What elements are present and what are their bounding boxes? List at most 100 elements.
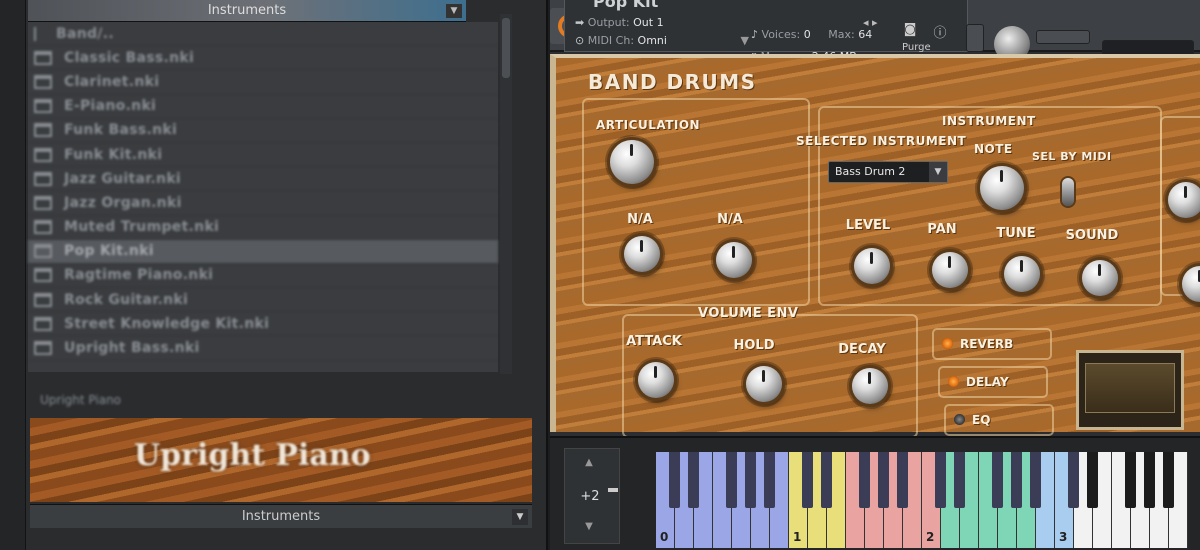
black-key[interactable] xyxy=(745,452,756,508)
na-knob-2[interactable] xyxy=(716,242,752,278)
voices-arrows[interactable]: ◂ ▸ xyxy=(863,16,878,29)
list-item[interactable]: Rock Guitar.nki xyxy=(28,288,498,313)
black-key[interactable] xyxy=(859,452,870,508)
chevron-down-icon[interactable]: ▼ xyxy=(512,509,528,525)
reverb-led xyxy=(942,338,953,349)
solo-button[interactable] xyxy=(966,24,984,52)
chevron-down-icon[interactable]: ▼ xyxy=(740,34,748,47)
volume-env-title: VOLUME ENV xyxy=(698,306,799,321)
instrument-rack: Pop Kit ➡ Output: Out 1 ⊙ MIDI Ch: Omni … xyxy=(550,0,1200,550)
browser-footer-selector[interactable]: Instruments ▼ xyxy=(30,504,532,528)
chevron-down-icon: ▼ xyxy=(929,162,947,182)
keyboard-area: ▲ +2 ▼ 0 1 2 3 xyxy=(550,436,1200,550)
list-item[interactable]: Street Knowledge Kit.nki xyxy=(28,312,498,337)
instrument-name[interactable]: Pop Kit xyxy=(593,0,658,11)
instrument-file-icon xyxy=(34,220,52,235)
hold-knob[interactable] xyxy=(746,366,782,402)
purge-button[interactable]: Purge xyxy=(902,42,931,53)
extra-knob-1[interactable] xyxy=(1168,182,1200,218)
tune-display xyxy=(1036,30,1090,44)
octave-shifter[interactable]: ▲ +2 ▼ xyxy=(564,448,620,544)
pan-knob[interactable] xyxy=(932,252,968,288)
articulation-knob[interactable] xyxy=(610,140,654,184)
list-item[interactable]: Funk Bass.nki xyxy=(28,119,498,143)
browser-left-rail xyxy=(0,0,26,550)
folder-icon xyxy=(34,26,44,41)
sound-knob[interactable] xyxy=(1082,260,1118,296)
list-item-selected[interactable]: Pop Kit.nki xyxy=(28,239,498,264)
file-list: Band/.. Classic Bass.nki Clarinet.nki E-… xyxy=(28,22,498,372)
delay-led xyxy=(948,376,959,387)
list-item[interactable]: Clarinet.nki xyxy=(28,70,498,95)
list-item[interactable]: Classic Bass.nki xyxy=(28,46,498,71)
instrument-file-icon xyxy=(34,195,52,210)
list-scrollbar[interactable] xyxy=(500,14,512,374)
instrument-preview-image: Upright Piano xyxy=(30,418,532,502)
piano-keyboard[interactable]: 0 1 2 3 xyxy=(656,452,1200,548)
info-icon[interactable]: ⓘ xyxy=(930,22,950,41)
black-key[interactable] xyxy=(878,452,889,508)
decay-knob[interactable] xyxy=(852,368,888,404)
black-key[interactable] xyxy=(802,452,813,508)
list-item[interactable]: Funk Kit.nki xyxy=(28,143,498,168)
list-item[interactable]: Ragtime Piano.nki xyxy=(28,264,498,289)
camera-icon[interactable]: ◙ xyxy=(900,22,920,40)
black-key[interactable] xyxy=(764,452,775,508)
black-key[interactable] xyxy=(1144,452,1155,508)
list-item[interactable]: Upright Bass.nki xyxy=(28,336,498,361)
eq-button[interactable]: EQ xyxy=(944,404,1054,436)
black-key[interactable] xyxy=(1087,452,1098,508)
black-key[interactable] xyxy=(688,452,699,508)
na-knob-1[interactable] xyxy=(624,236,660,272)
black-key[interactable] xyxy=(935,452,946,508)
preview-caption: Upright Piano xyxy=(40,393,122,407)
black-key[interactable] xyxy=(669,452,680,508)
tune-knob[interactable] xyxy=(1004,256,1040,292)
black-key[interactable] xyxy=(992,452,1003,508)
browser-category-selector[interactable]: Instruments ▼ xyxy=(28,0,466,22)
selected-instrument-dropdown[interactable]: Bass Drum 2 ▼ xyxy=(828,161,948,183)
black-key[interactable] xyxy=(726,452,737,508)
black-key[interactable] xyxy=(1068,452,1079,508)
black-key[interactable] xyxy=(897,452,908,508)
output-row[interactable]: ➡ Output: Out 1 xyxy=(575,16,664,29)
attack-knob[interactable] xyxy=(638,362,674,398)
black-key[interactable] xyxy=(821,452,832,508)
chevron-down-icon[interactable]: ▼ xyxy=(446,4,462,18)
list-item[interactable]: Jazz Organ.nki xyxy=(28,191,498,216)
black-key[interactable] xyxy=(1125,452,1136,508)
pan-label: PAN xyxy=(927,222,957,237)
level-knob[interactable] xyxy=(854,248,890,284)
delay-button[interactable]: DELAY xyxy=(938,366,1048,398)
output-icon: ➡ xyxy=(575,16,585,29)
midi-value: Omni xyxy=(637,34,667,47)
black-key[interactable] xyxy=(1163,452,1174,508)
delay-label: DELAY xyxy=(966,375,1009,389)
max-value[interactable]: 64 xyxy=(858,28,872,41)
note-knob[interactable] xyxy=(980,166,1024,210)
na-label-1: N/A xyxy=(627,212,653,227)
octave-down-icon[interactable]: ▼ xyxy=(579,521,599,532)
black-key[interactable] xyxy=(1030,452,1041,508)
instrument-file-icon xyxy=(34,171,52,186)
octave-up-icon[interactable]: ▲ xyxy=(579,457,599,468)
list-item[interactable]: E-Piano.nki xyxy=(28,95,498,119)
max-label: Max: xyxy=(828,28,855,41)
instrument-file-icon xyxy=(34,268,52,283)
sel-by-midi-toggle[interactable] xyxy=(1062,178,1074,206)
list-item[interactable]: Jazz Guitar.nki xyxy=(28,167,498,192)
list-item[interactable]: Muted Trumpet.nki xyxy=(28,216,498,240)
amp-display xyxy=(1076,350,1184,430)
sound-label: SOUND xyxy=(1065,228,1119,243)
scrollbar-thumb[interactable] xyxy=(502,18,510,78)
reverb-button[interactable]: REVERB xyxy=(932,328,1052,360)
black-key[interactable] xyxy=(1011,452,1022,508)
preview-title: Upright Piano xyxy=(134,438,371,473)
black-key[interactable] xyxy=(954,452,965,508)
instrument-section-title: INSTRUMENT xyxy=(942,114,1036,128)
midi-row[interactable]: ⊙ MIDI Ch: Omni ▼ xyxy=(575,34,749,47)
instrument-file-icon xyxy=(34,316,52,331)
list-item[interactable]: Band/.. xyxy=(28,22,498,47)
band-drums-panel: BAND DRUMS ARTICULATION N/A N/A INSTRUME… xyxy=(550,54,1200,438)
minus-icon[interactable] xyxy=(608,488,618,492)
